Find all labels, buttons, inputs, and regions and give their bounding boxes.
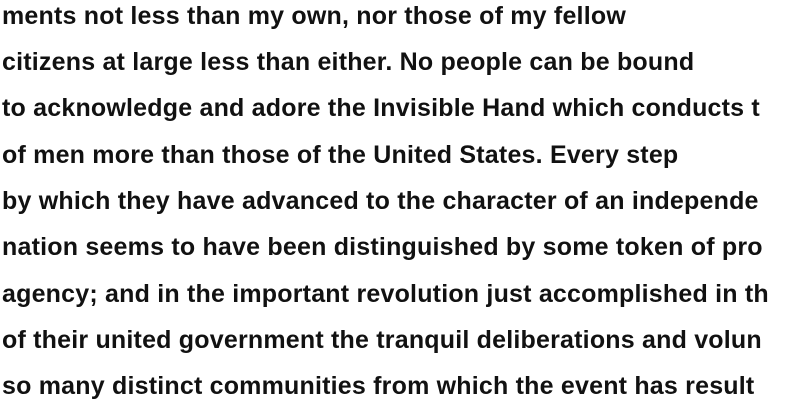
document-page: ments not less than my own, nor those of… [0, 0, 800, 400]
text-line-2: citizens at large less than either. No p… [2, 48, 695, 76]
text-line-5: by which they have advanced to the chara… [2, 187, 759, 215]
text-line-6: nation seems to have been distinguished … [2, 233, 763, 261]
text-line-4: of men more than those of the United Sta… [2, 141, 679, 169]
text-line-8: of their united government the tranquil … [2, 326, 762, 354]
text-line-9: so many distinct communities from which … [2, 372, 755, 400]
text-line-1: ments not less than my own, nor those of… [2, 2, 626, 30]
text-line-7: agency; and in the important revolution … [2, 280, 769, 308]
text-line-3: to acknowledge and adore the Invisible H… [2, 94, 760, 122]
